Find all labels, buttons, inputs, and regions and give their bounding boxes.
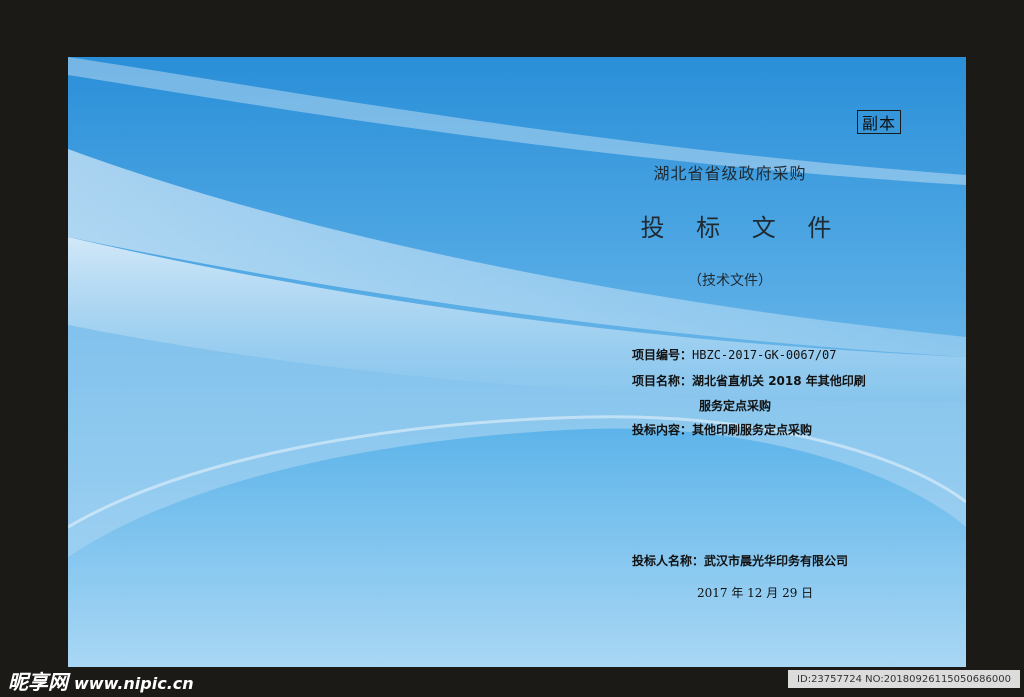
bid-content-row: 投标内容：其他印刷服务定点采购 [632, 421, 812, 438]
bidder-label: 投标人名称： [632, 554, 705, 568]
project-name-value-line1: 湖北省直机关 2018 年其他印刷 [692, 374, 866, 388]
watermark-logo-text: 昵享网 [8, 670, 68, 694]
watermark-id: ID:23757724 NO:20180926115050686000 [788, 670, 1020, 688]
document-subtitle: （技术文件） [688, 273, 772, 289]
bidder-value: 武汉市晨光华印务有限公司 [704, 554, 849, 568]
project-name-row: 项目名称：湖北省直机关 2018 年其他印刷 [632, 372, 866, 389]
project-number-value: HBZC-2017-GK-0067/07 [692, 348, 837, 362]
watermark-brand: 昵享网 www.nipic.cn [8, 666, 194, 695]
bid-content-label: 投标内容： [632, 423, 693, 437]
project-name-label: 项目名称： [632, 374, 693, 388]
bid-content-value: 其他印刷服务定点采购 [692, 423, 813, 437]
organization-title: 湖北省省级政府采购 [653, 164, 807, 183]
project-name-value-line2: 服务定点采购 [699, 399, 772, 413]
project-number-row: 项目编号：HBZC-2017-GK-0067/07 [632, 346, 837, 363]
document-date: 2017 年 12 月 29 日 [697, 586, 814, 600]
bidder-row: 投标人名称：武汉市晨光华印务有限公司 [632, 552, 848, 569]
project-number-label: 项目编号： [632, 348, 693, 362]
watermark-url: www.nipic.cn [74, 674, 194, 693]
copy-badge: 副本 [857, 110, 901, 134]
document-title: 投 标 文 件 [640, 214, 844, 242]
